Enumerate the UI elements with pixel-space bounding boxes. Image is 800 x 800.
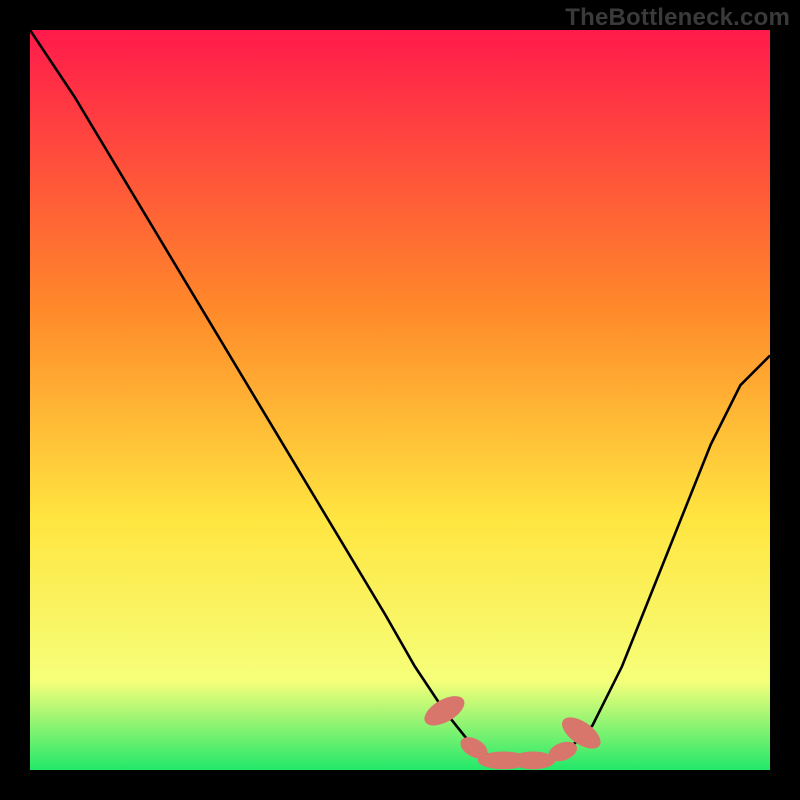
gradient-background xyxy=(30,30,770,770)
bottleneck-plot xyxy=(30,30,770,770)
plot-svg xyxy=(30,30,770,770)
chart-frame: TheBottleneck.com xyxy=(0,0,800,800)
watermark-label: TheBottleneck.com xyxy=(565,4,790,32)
